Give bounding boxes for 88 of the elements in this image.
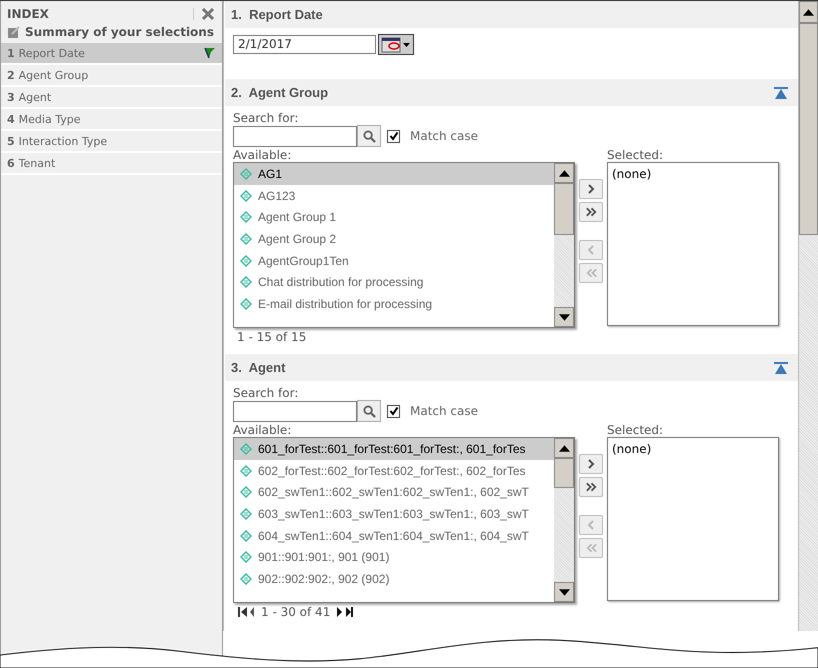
search-field[interactable]: [233, 400, 357, 422]
selected-item: (none): [612, 167, 652, 181]
list-item[interactable]: 601_forTest::601_forTest:601_forTest:, 601_forTes: [234, 438, 554, 460]
section-title: 1. Report Date: [231, 7, 323, 22]
search-label: Search for:: [233, 112, 300, 125]
add-button[interactable]: [579, 454, 603, 474]
up-arrow-icon[interactable]: [558, 444, 570, 452]
group-icon: [240, 211, 252, 224]
list-item[interactable]: AG1: [234, 163, 554, 185]
add-button[interactable]: [579, 179, 603, 199]
group-icon: [240, 464, 252, 477]
search-button[interactable]: [357, 125, 381, 147]
up-arrow-icon[interactable]: [803, 8, 814, 16]
list-item[interactable]: AG123: [234, 184, 554, 206]
scrollbar-thumb[interactable]: [554, 458, 574, 488]
group-icon: [240, 190, 252, 202]
group-icon: [240, 168, 252, 180]
group-icon: [240, 276, 252, 288]
first-page-icon[interactable]: [237, 606, 255, 618]
group-icon: [240, 572, 252, 585]
chevron-right-icon: [586, 459, 596, 469]
list-item[interactable]: AgentGroup1Ten: [234, 250, 554, 272]
check-icon: [388, 131, 398, 141]
list-scrollbar[interactable]: [554, 438, 574, 602]
selected-label: Selected:: [607, 149, 664, 162]
double-chevron-right-icon: [584, 207, 598, 217]
list-item[interactable]: E-mail distribution for processing: [234, 293, 554, 315]
page-scrollbar[interactable]: [798, 1, 818, 631]
down-arrow-icon[interactable]: [558, 588, 570, 596]
double-chevron-right-icon: [584, 482, 598, 492]
calendar-icon: [381, 36, 411, 52]
double-chevron-left-icon: [584, 268, 598, 278]
list-item[interactable]: Agent Group 2: [234, 228, 554, 250]
list-item[interactable]: 604_swTen1::604_swTen1:604_swTen1:, 604_swT: [234, 524, 554, 546]
match-case-label: Match case: [410, 404, 478, 418]
group-icon: [240, 232, 252, 245]
selected-item: (none): [612, 442, 652, 456]
list-item[interactable]: 602_swTen1::602_swTen1:602_swTen1:, 602_swT: [234, 481, 554, 504]
search-icon: [362, 130, 376, 142]
list-item[interactable]: 902::902:902:, 902 (902): [234, 568, 554, 590]
search-label: Search for:: [233, 387, 300, 400]
list-item[interactable]: 603_swTen1::603_swTen1:603_swTen1:, 603_swT: [234, 503, 554, 525]
group-icon: [240, 530, 252, 542]
edit-icon[interactable]: [7, 25, 21, 39]
chevron-left-icon: [586, 520, 596, 530]
scrollbar-thumb[interactable]: [554, 183, 574, 235]
group-icon: [240, 298, 252, 310]
date-field[interactable]: 2/1/2017: [233, 35, 376, 54]
close-icon[interactable]: [193, 8, 214, 20]
group-icon: [240, 508, 252, 520]
index-item[interactable]: 1 Report Date: [1, 43, 222, 65]
chevron-right-icon: [586, 184, 596, 194]
collapse-icon[interactable]: [774, 86, 788, 98]
search-icon: [362, 404, 376, 418]
search-button[interactable]: [357, 400, 381, 422]
index-title: INDEX: [7, 7, 49, 21]
list-item[interactable]: 901::901:901:, 901 (901): [234, 546, 554, 568]
up-arrow-icon[interactable]: [558, 170, 570, 176]
list-scrollbar[interactable]: [554, 163, 574, 327]
selected-label: Selected:: [607, 424, 664, 437]
calendar-button[interactable]: [378, 34, 414, 55]
group-icon: [240, 486, 252, 498]
last-page-icon[interactable]: [336, 606, 354, 618]
summary-link[interactable]: Summary of your selections: [25, 25, 214, 39]
down-arrow-icon[interactable]: [558, 314, 570, 320]
section-title: 3. Agent: [231, 360, 286, 375]
group-icon: [240, 551, 252, 564]
list-item[interactable]: Agent Group 1: [234, 206, 554, 228]
group-icon: [240, 442, 252, 455]
page-count: 1 - 30 of 41: [261, 605, 330, 619]
chevron-left-icon: [586, 245, 596, 255]
double-chevron-left-icon: [584, 543, 598, 553]
match-case-checkbox[interactable]: [387, 130, 400, 142]
section-title: 2. Agent Group: [231, 85, 328, 100]
match-case-label: Match case: [410, 129, 478, 143]
add-all-button[interactable]: [579, 202, 603, 222]
check-icon: [388, 406, 398, 416]
search-field[interactable]: [233, 126, 357, 146]
match-case-checkbox[interactable]: [387, 404, 400, 418]
list-item[interactable]: Chat distribution for processing: [234, 271, 554, 294]
group-icon: [240, 254, 252, 267]
collapse-icon[interactable]: [774, 362, 788, 374]
scrollbar-thumb[interactable]: [799, 23, 818, 235]
add-all-button[interactable]: [579, 477, 603, 497]
page-count: 1 - 15 of 15: [237, 330, 306, 344]
available-label: Available:: [233, 424, 292, 437]
available-label: Available:: [233, 149, 292, 162]
list-item[interactable]: 602_forTest::602_forTest:602_forTest:, 602_forTes: [234, 460, 554, 482]
